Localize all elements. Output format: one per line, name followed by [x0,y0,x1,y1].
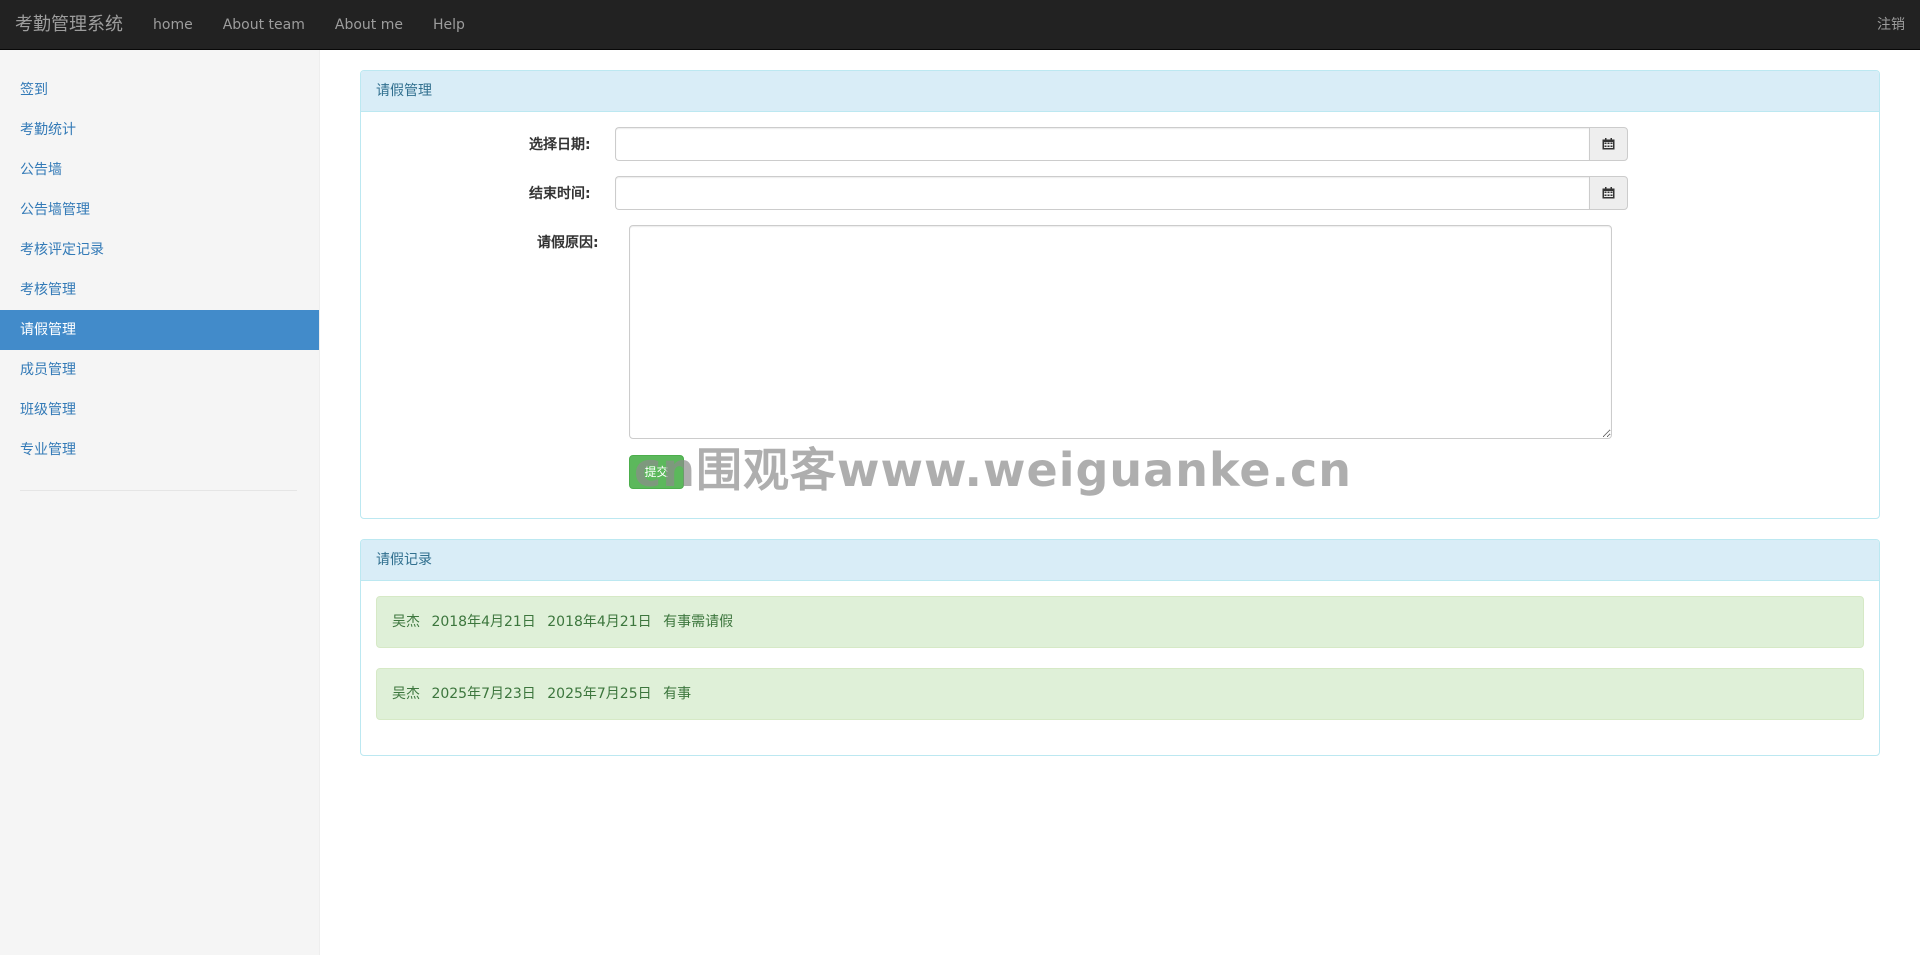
calendar-icon [1602,187,1615,199]
leave-panel-title: 请假管理 [361,71,1879,112]
sidebar-item-member-management[interactable]: 成员管理 [0,350,319,390]
leave-management-panel: 请假管理 选择日期: 结束时间: 请假原因: 提交 [360,70,1880,519]
logout-link[interactable]: 注销 [1877,0,1905,50]
reason-textarea[interactable] [629,225,1612,439]
reason-label: 请假原因: [537,235,599,251]
start-date-picker-button[interactable] [1589,127,1628,161]
start-date-group [615,127,1628,161]
record-start-date: 2018年4月21日 [431,614,536,630]
sidebar-divider [20,490,297,491]
sidebar-item-major-management[interactable]: 专业管理 [0,430,319,470]
record-name: 吴杰 [392,614,420,630]
leave-record-item: 吴杰 2025年7月23日 2025年7月25日 有事 [376,668,1864,720]
nav-links: home About team About me Help [138,0,480,50]
record-reason: 有事 [663,686,692,702]
sidebar: 签到 考勤统计 公告墙 公告墙管理 考核评定记录 考核管理 请假管理 成员管理 … [0,50,320,955]
start-date-label: 选择日期: [529,137,591,153]
nav-link-about-me[interactable]: About me [320,0,418,50]
nav-link-help[interactable]: Help [418,0,480,50]
submit-button[interactable]: 提交 [629,455,684,489]
records-panel-title: 请假记录 [361,540,1879,581]
sidebar-item-notice-wall[interactable]: 公告墙 [0,150,319,190]
sidebar-item-assessment-management[interactable]: 考核管理 [0,270,319,310]
sidebar-item-class-management[interactable]: 班级管理 [0,390,319,430]
leave-records-panel: 请假记录 吴杰 2018年4月21日 2018年4月21日 有事需请假 吴杰 2… [360,539,1880,756]
record-start-date: 2025年7月23日 [431,686,536,702]
record-reason: 有事需请假 [663,614,734,630]
end-time-label: 结束时间: [529,186,591,202]
nav-link-about-team[interactable]: About team [208,0,320,50]
brand-title[interactable]: 考勤管理系统 [15,0,123,50]
record-end-date: 2018年4月21日 [547,614,652,630]
end-time-picker-button[interactable] [1589,176,1628,210]
top-navbar: 考勤管理系统 home About team About me Help 注销 [0,0,1920,50]
nav-link-home[interactable]: home [138,0,208,50]
sidebar-item-sign-in[interactable]: 签到 [0,70,319,110]
calendar-icon [1602,138,1615,150]
start-date-input[interactable] [615,127,1589,161]
sidebar-item-leave-management[interactable]: 请假管理 [0,310,319,350]
sidebar-item-attendance-stats[interactable]: 考勤统计 [0,110,319,150]
sidebar-item-assessment-records[interactable]: 考核评定记录 [0,230,319,270]
end-time-group [615,176,1628,210]
record-end-date: 2025年7月25日 [547,686,652,702]
sidebar-item-notice-wall-management[interactable]: 公告墙管理 [0,190,319,230]
record-name: 吴杰 [392,686,420,702]
leave-record-item: 吴杰 2018年4月21日 2018年4月21日 有事需请假 [376,596,1864,648]
end-time-input[interactable] [615,176,1589,210]
